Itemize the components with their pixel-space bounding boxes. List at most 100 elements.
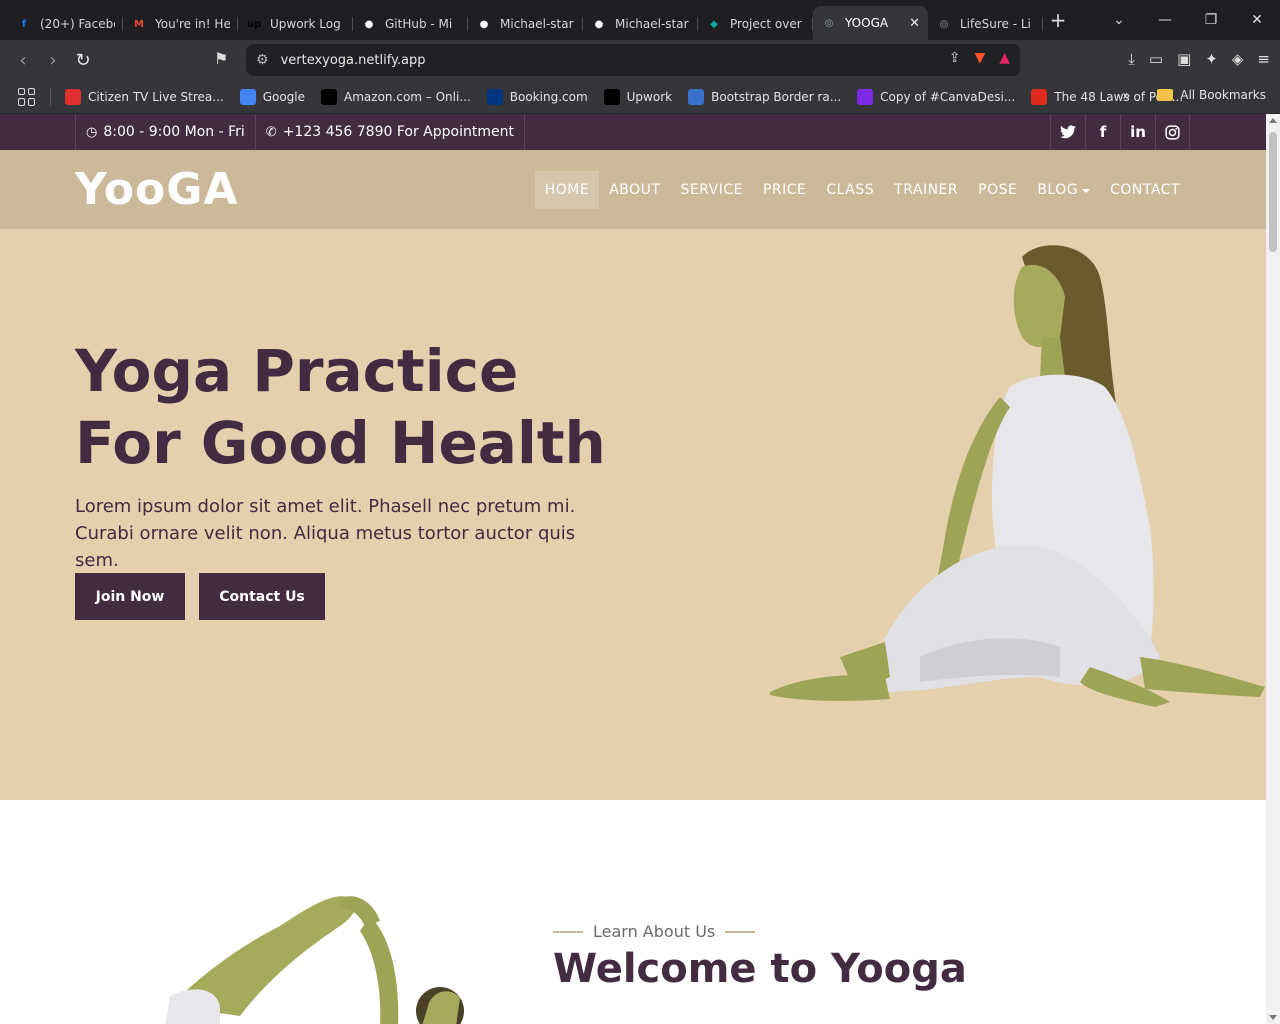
restore-button[interactable]: ❐ xyxy=(1188,12,1234,28)
tab-title: Project over xyxy=(730,17,802,31)
bookmarks-bar: Citizen TV Live Strea... Google Amazon.com… xyxy=(0,80,1280,114)
scroll-up-arrow[interactable] xyxy=(1269,118,1277,123)
browser-tab[interactable]: ◎ LifeSure - Li xyxy=(928,8,1043,40)
new-tab-button[interactable]: + xyxy=(1043,8,1073,32)
instagram-icon[interactable] xyxy=(1155,114,1190,150)
globe-icon: ◎ xyxy=(824,17,834,29)
clock-icon: ◷ xyxy=(86,124,98,140)
nav-item-label: CLASS xyxy=(826,182,875,198)
bookmark-label: Booking.com xyxy=(509,89,588,104)
vpn-icon[interactable]: ◈ xyxy=(1232,50,1244,68)
hero-text: Lorem ipsum dolor sit amet elit. Phasell… xyxy=(75,496,576,571)
facebook-icon[interactable]: f xyxy=(1085,114,1120,150)
phone-info: ✆ +123 456 7890 For Appointment xyxy=(254,114,525,150)
back-button[interactable]: ‹ xyxy=(8,50,38,71)
citizen-tv-icon xyxy=(65,88,81,105)
nav-item-label: HOME xyxy=(544,182,590,198)
close-window-button[interactable]: ✕ xyxy=(1234,12,1280,28)
scroll-down-arrow[interactable] xyxy=(1269,1015,1277,1020)
hero-section: Yoga Practice For Good Health Lorem ipsu… xyxy=(0,229,1266,800)
subtitle-line-left xyxy=(553,930,583,933)
about-subtitle-text: Learn About Us xyxy=(593,922,716,941)
amazon-icon xyxy=(321,88,338,105)
minimize-button[interactable]: — xyxy=(1142,12,1188,28)
nav-item-price[interactable]: PRICE xyxy=(753,171,816,209)
scrollbar-thumb[interactable] xyxy=(1269,132,1277,252)
upwork-icon: up xyxy=(246,18,262,30)
browser-tab[interactable]: ● GitHub - Mi xyxy=(353,8,468,40)
browser-tab[interactable]: ◎ YOOGA ✕ xyxy=(813,6,928,40)
twitter-icon[interactable] xyxy=(1050,114,1085,150)
nav-item-pose[interactable]: POSE xyxy=(968,171,1027,209)
all-bookmarks-button[interactable]: All Bookmarks xyxy=(1157,88,1266,102)
nav-item-class[interactable]: CLASS xyxy=(816,171,884,209)
nav-item-service[interactable]: SERVICE xyxy=(670,171,753,209)
site-logo[interactable]: YooGA xyxy=(75,164,238,215)
nav-item-label: CONTACT xyxy=(1110,182,1180,198)
tab-title: LifeSure - Li xyxy=(960,17,1031,31)
web-page: ◷ 8:00 - 9:00 Mon - Fri ✆ +123 456 7890 … xyxy=(0,114,1266,1024)
bookmark-label: Upwork xyxy=(626,89,673,104)
nav-item-label: ABOUT xyxy=(609,182,661,198)
contact-us-button[interactable]: Contact Us xyxy=(199,573,325,620)
facebook-icon: f xyxy=(21,18,27,30)
bookmark-item[interactable]: Citizen TV Live Strea... xyxy=(65,88,224,105)
browser-tab[interactable]: M You're in! He xyxy=(123,8,238,40)
brave-shield-icon[interactable]: ▼ xyxy=(974,50,985,66)
bookmark-item[interactable]: Upwork xyxy=(603,88,673,105)
wallet-icon[interactable]: ▣ xyxy=(1177,50,1191,68)
window-controls: ⌄ — ❐ ✕ xyxy=(1096,0,1280,40)
join-now-button[interactable]: Join Now xyxy=(75,573,185,620)
bookmark-item[interactable]: Google xyxy=(239,88,305,105)
tab-search-icon[interactable]: ⌄ xyxy=(1096,12,1142,28)
google-icon xyxy=(239,88,256,105)
bookmark-item[interactable]: Amazon.com – Onli... xyxy=(321,88,471,105)
diamond-icon: ◆ xyxy=(710,18,718,30)
main-menu: HOME ABOUT SERVICE PRICE CLASS TRAINER POSE BLO… xyxy=(534,171,1190,209)
browser-tab[interactable]: up Upwork Log xyxy=(238,8,353,40)
nav-item-contact[interactable]: CONTACT xyxy=(1100,171,1190,209)
linkedin-icon[interactable]: in xyxy=(1120,114,1155,150)
brave-rewards-icon[interactable]: ▲ xyxy=(999,50,1010,66)
menu-icon[interactable]: ≡ xyxy=(1257,50,1270,68)
bookmark-item[interactable]: Copy of #CanvaDesi... xyxy=(857,88,1015,105)
nav-item-blog[interactable]: BLOG xyxy=(1027,171,1100,209)
browser-tab[interactable]: f (20+) Facebo xyxy=(8,8,123,40)
subtitle-line-right xyxy=(725,930,756,933)
browser-tab[interactable]: ● Michael-star xyxy=(583,8,698,40)
tab-title: (20+) Facebo xyxy=(40,17,115,31)
topbar: ◷ 8:00 - 9:00 Mon - Fri ✆ +123 456 7890 … xyxy=(0,114,1266,150)
bookmark-item[interactable]: Booking.com xyxy=(486,88,588,105)
share-icon[interactable]: ⇪ xyxy=(949,50,961,66)
hours-text: 8:00 - 9:00 Mon - Fri xyxy=(103,124,245,140)
browser-tab[interactable]: ◆ Project over xyxy=(698,8,813,40)
address-bar[interactable]: ⚙ vertexyoga.netlify.app ⇪ ▼ ▲ xyxy=(246,44,1020,76)
bookmark-item[interactable]: Bootstrap Border ra... xyxy=(688,88,841,105)
more-bookmarks-icon[interactable]: » xyxy=(1122,88,1131,104)
bookmark-label: Citizen TV Live Strea... xyxy=(88,89,224,104)
all-bookmarks-label: All Bookmarks xyxy=(1180,88,1266,102)
sidebar-icon[interactable]: ▭ xyxy=(1149,50,1163,68)
download-icon[interactable]: ⤓ xyxy=(1128,50,1135,68)
tab-title: Upwork Log xyxy=(270,17,341,31)
leo-ai-icon[interactable]: ✦ xyxy=(1205,50,1218,68)
github-icon: ● xyxy=(594,18,604,30)
nav-item-home[interactable]: HOME xyxy=(534,171,600,209)
close-tab-icon[interactable]: ✕ xyxy=(909,16,920,31)
bookmark-icon[interactable]: ⚑ xyxy=(214,49,228,68)
reload-button[interactable]: ↻ xyxy=(68,50,98,71)
apps-grid-icon[interactable] xyxy=(18,87,36,106)
tab-title: You're in! He xyxy=(155,17,230,31)
bookmark-label: Amazon.com – Onli... xyxy=(344,89,471,104)
nav-item-label: PRICE xyxy=(762,182,807,198)
page-scrollbar[interactable] xyxy=(1266,114,1280,1024)
nav-item-about[interactable]: ABOUT xyxy=(599,171,670,209)
github-icon: ● xyxy=(479,18,489,30)
hero-title: Yoga Practice For Good Health xyxy=(75,337,606,477)
forward-button[interactable]: › xyxy=(38,50,68,71)
browser-tab[interactable]: ● Michael-star xyxy=(468,8,583,40)
site-info-icon[interactable]: ⚙ xyxy=(256,52,269,68)
nav-item-trainer[interactable]: TRAINER xyxy=(884,171,968,209)
social-links: f in xyxy=(1050,114,1190,150)
adobe-icon xyxy=(1031,88,1048,105)
